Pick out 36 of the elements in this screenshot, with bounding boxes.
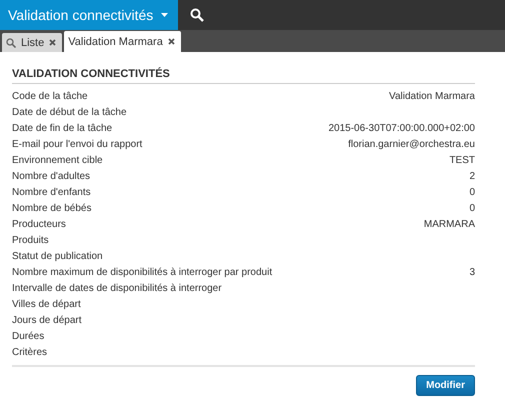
tab[interactable]: Validation Marmara [64,31,181,52]
field-label: Intervalle de dates de disponibilités à interroger [12,282,222,294]
field-label: Environnement cible [12,154,103,166]
field-value: 0 [469,202,475,214]
field-value: florian.garnier@orchestra.eu [348,138,475,150]
modify-button[interactable]: Modifier [416,375,475,396]
field-label: Produits [12,234,49,246]
field-label: Jours de départ [12,314,82,326]
field-label: Nombre d'adultes [12,170,90,182]
close-icon[interactable] [49,39,56,46]
field-label: Nombre de bébés [12,202,92,214]
field-value: 2015-06-30T07:00:00.000+02:00 [328,122,475,134]
field-label: E-mail pour l'envoi du rapport [12,138,142,150]
field-label: Producteurs [12,218,66,230]
field-label: Critères [12,346,48,358]
field-label: Statut de publication [12,250,103,262]
section-title: VALIDATION CONNECTIVITÉS [12,68,475,84]
field-label: Code de la tâche [12,90,88,102]
tab[interactable]: Liste [2,33,62,52]
field-value: TEST [449,154,475,166]
close-icon[interactable] [168,38,175,45]
field-value: 0 [469,186,475,198]
field-label: Date de fin de la tâche [12,122,112,134]
field-label: Villes de départ [12,298,81,310]
field-label: Nombre d'enfants [12,186,91,198]
field-value: 2 [469,170,475,182]
field-label: Date de début de la tâche [12,106,127,118]
field-label: Durées [12,330,44,342]
field-label: Nombre maximum de disponibilités à interroger par produit [12,266,272,278]
search-icon [190,8,204,22]
search-icon [6,38,16,48]
field-value: 3 [469,266,475,278]
field-value: MARMARA [424,218,475,230]
caret-icon [161,13,168,17]
field-value: Validation Marmara [389,90,475,102]
app-menu-button[interactable]: Validation connectivités [0,0,178,30]
